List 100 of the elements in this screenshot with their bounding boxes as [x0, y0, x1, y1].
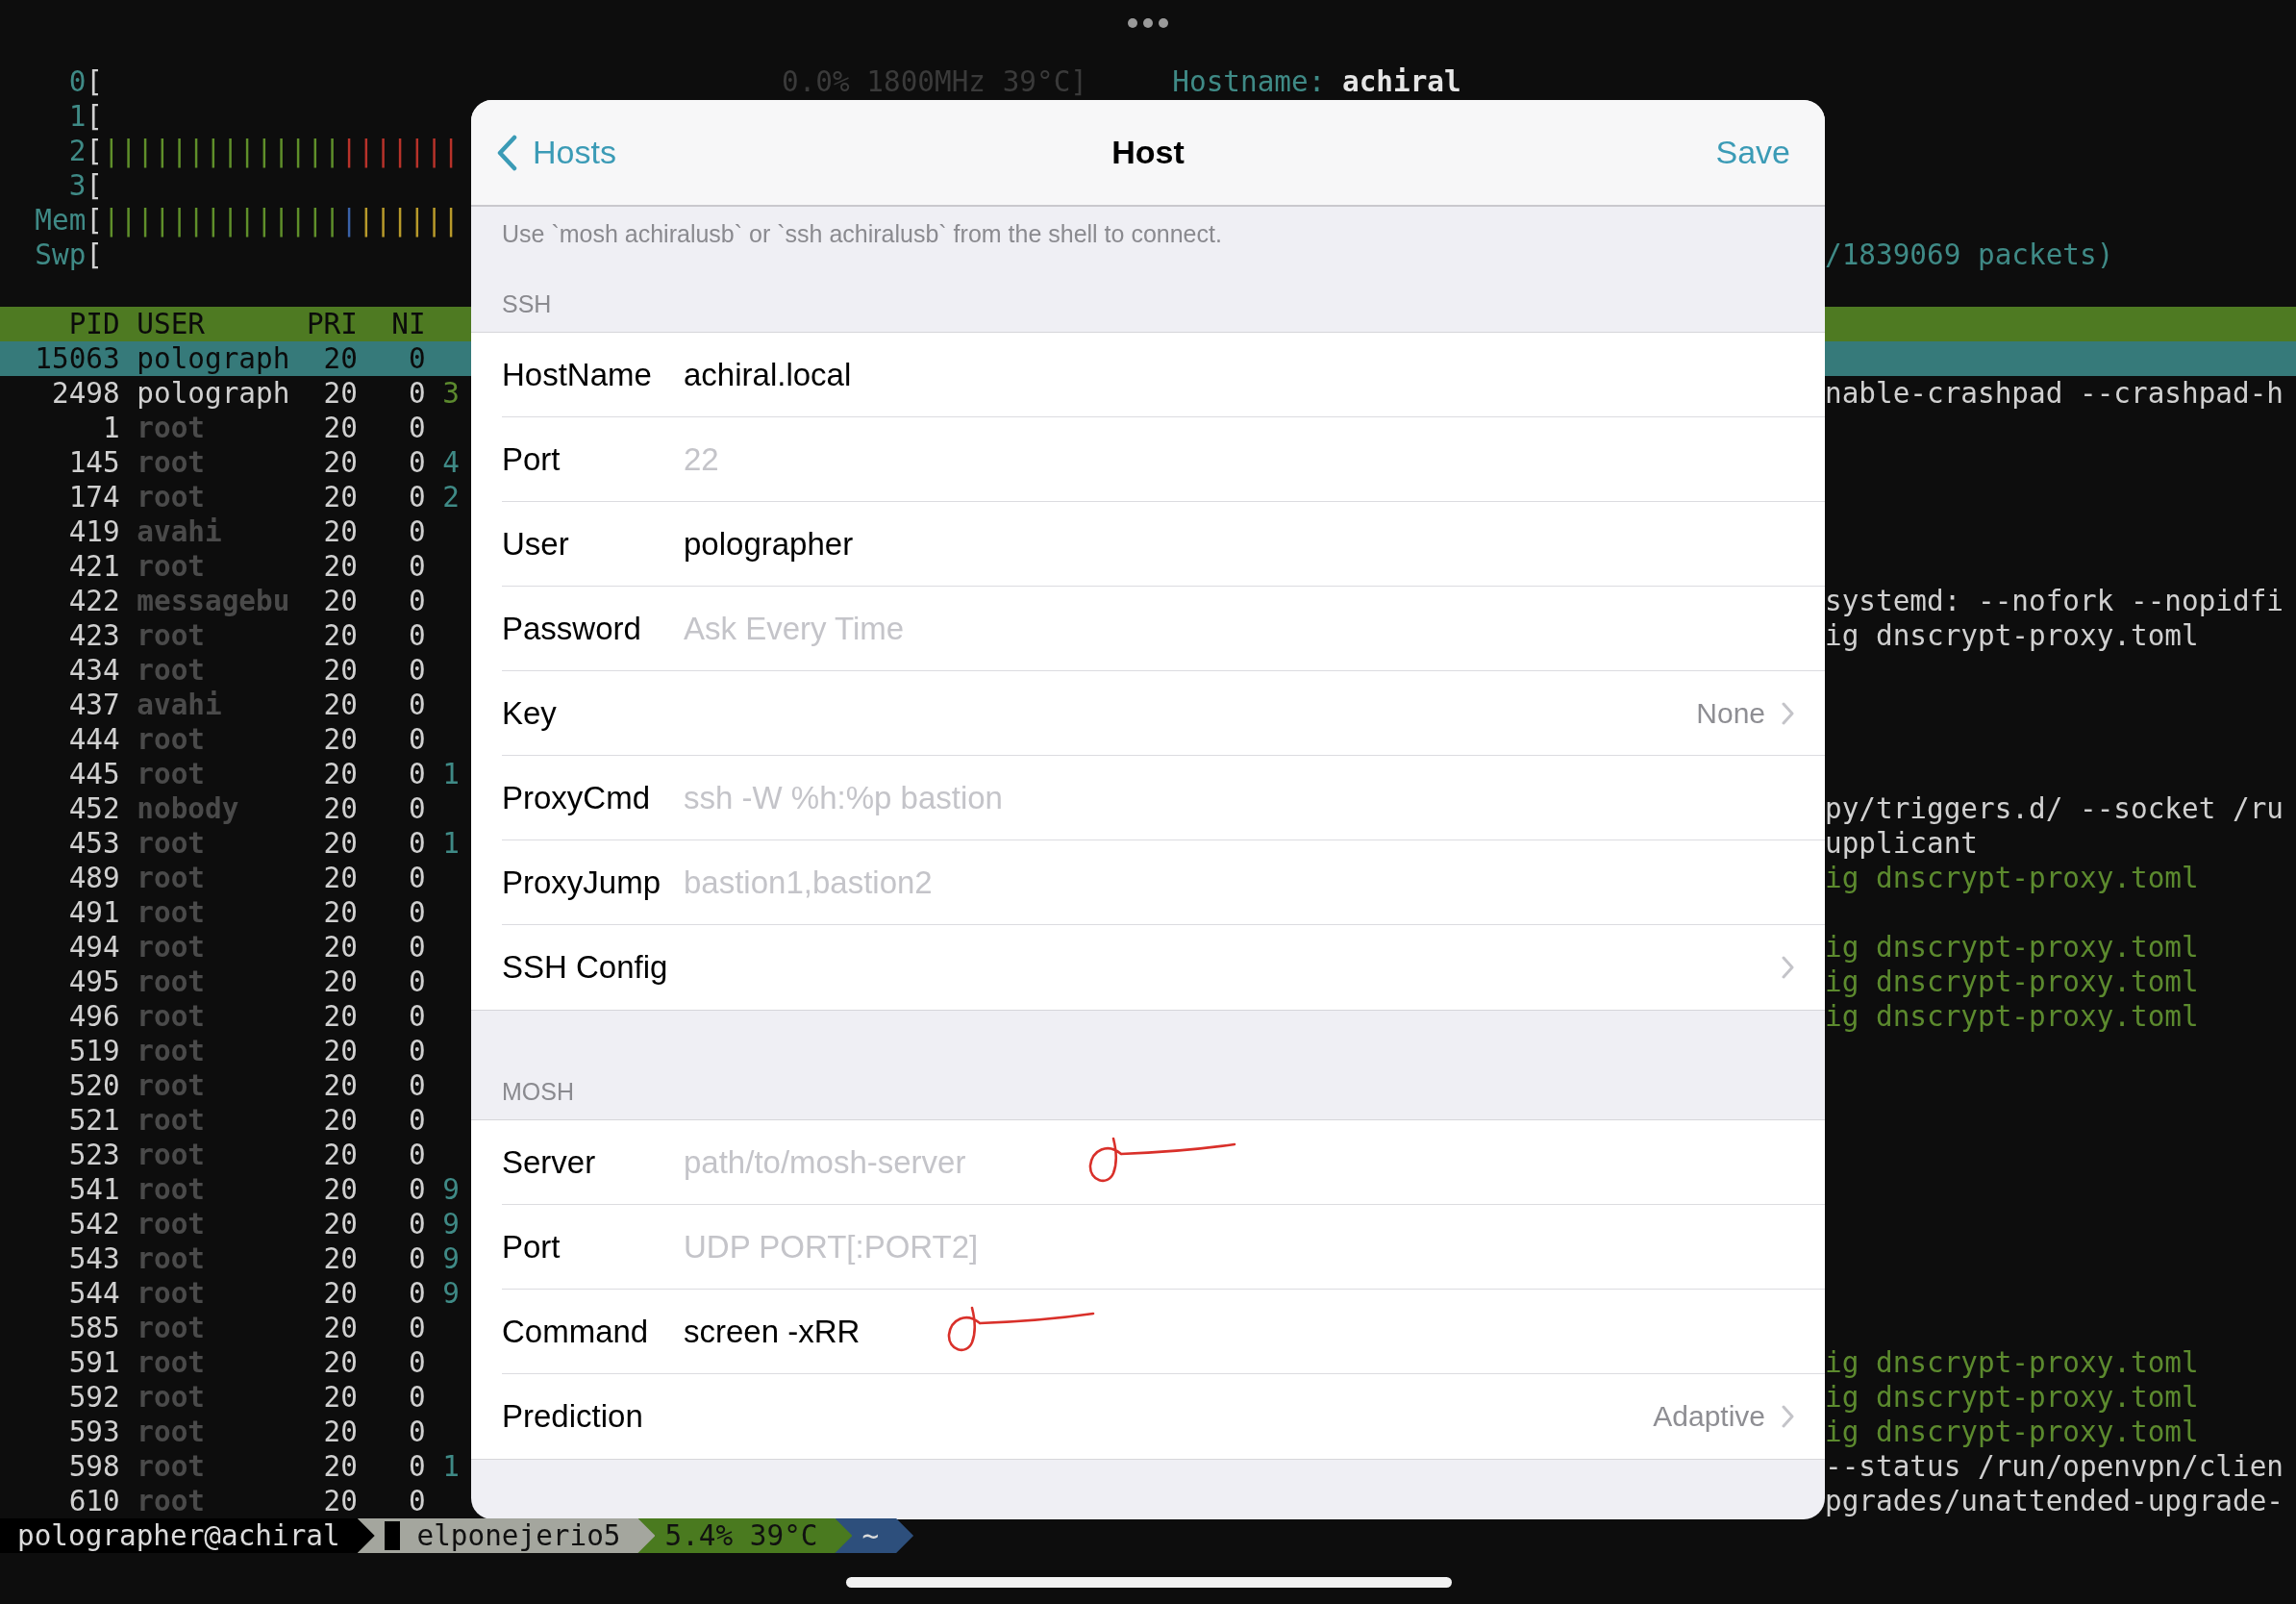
nice-cell-text: 0 — [407, 1449, 426, 1484]
user-cell-text: root — [137, 1449, 206, 1484]
nice-cell-text: 0 — [407, 618, 426, 653]
table-cell: 3 — [442, 376, 460, 411]
user-cell-text: root — [137, 999, 206, 1034]
meter-bracket: [ — [86, 64, 103, 99]
meter-bracket: [ — [86, 99, 103, 134]
pid-cell-text: 591 — [67, 1345, 120, 1380]
priority-cell-text: 20 — [322, 514, 358, 549]
field-label: User — [502, 525, 570, 563]
user-cell-text: root — [137, 1415, 206, 1449]
nice-cell-text: 0 — [407, 999, 426, 1034]
user-cell-text: root — [137, 480, 206, 514]
priority-cell-text: 20 — [322, 757, 358, 791]
column-header: USER — [137, 307, 206, 341]
nice-cell-text: 0 — [407, 1207, 426, 1241]
text-field[interactable]: achiral.local — [684, 353, 931, 396]
priority-cell-text: 20 — [322, 722, 358, 757]
home-indicator[interactable] — [846, 1577, 1452, 1588]
command-cell: py/triggers.d/ --socket /ru — [1825, 791, 2284, 826]
priority-cell-text: 20 — [322, 965, 358, 999]
table-cell: 4 — [442, 445, 460, 480]
nice-cell-text: 0 — [407, 1415, 426, 1449]
user-cell-text: root — [137, 1484, 206, 1518]
meter-bars: |||||| — [358, 203, 460, 238]
meter-label: 0 — [67, 64, 87, 99]
text-field[interactable]: bastion1,bastion2 — [684, 861, 1002, 904]
table-cell: 9 — [442, 1172, 460, 1207]
priority-cell-text: 20 — [322, 895, 358, 930]
table-cell: 1 — [442, 1449, 460, 1484]
priority-cell-text: 20 — [322, 1068, 358, 1103]
pid-cell-text: 541 — [67, 1172, 120, 1207]
user-cell-text: root — [137, 861, 206, 895]
user-cell-text: root — [137, 1207, 206, 1241]
priority-cell-text: 20 — [322, 1415, 358, 1449]
pid-cell-text: 494 — [67, 930, 120, 965]
priority-cell-text: 20 — [322, 1484, 358, 1518]
text-field[interactable]: screen -xRR — [684, 1310, 896, 1353]
priority-cell-text: 20 — [322, 688, 358, 722]
command-cell: ig dnscrypt-proxy.toml — [1825, 930, 2199, 965]
nice-cell-text: 0 — [407, 549, 426, 584]
picker-button[interactable]: None — [1696, 696, 1794, 730]
user-cell-text: root — [137, 618, 206, 653]
disclosure-button[interactable] — [1781, 955, 1794, 980]
command-cell: upplicant — [1825, 826, 1978, 861]
pid-cell-text: 444 — [67, 722, 120, 757]
field-label: Port — [502, 1228, 562, 1266]
nice-cell-text: 0 — [407, 514, 426, 549]
priority-cell-text: 20 — [322, 1172, 358, 1207]
column-header: PID — [67, 307, 120, 341]
pid-cell-text: 452 — [67, 791, 120, 826]
nice-cell-text: 0 — [407, 1241, 426, 1276]
nice-cell-text: 0 — [407, 1034, 426, 1068]
meter-label: Mem — [34, 203, 87, 238]
priority-cell-text: 20 — [322, 1276, 358, 1311]
pid-cell-text: 1 — [102, 411, 120, 445]
table-cell: 1 — [442, 757, 460, 791]
pid-cell-text: 421 — [67, 549, 120, 584]
meter-bracket: [ — [86, 203, 103, 238]
priority-cell-text: 20 — [322, 445, 358, 480]
user-cell-text: root — [137, 826, 206, 861]
user-cell-text: root — [137, 1138, 206, 1172]
text-field[interactable]: path/to/mosh-server — [684, 1140, 1037, 1184]
nice-cell-text: 0 — [407, 1311, 426, 1345]
table-cell: 9 — [442, 1276, 460, 1311]
nice-cell-text: 0 — [407, 895, 426, 930]
field-label: ProxyJump — [502, 864, 662, 901]
user-cell: polograph — [137, 341, 290, 376]
nice-cell-text: 0 — [407, 1380, 426, 1415]
priority-cell-text: 20 — [322, 791, 358, 826]
user-cell-text: avahi — [137, 514, 223, 549]
meter-bars: ||||||| — [340, 134, 460, 168]
section-header: MOSH — [501, 1077, 575, 1107]
text-field[interactable]: Ask Every Time — [684, 607, 949, 650]
nice-cell-text: 0 — [407, 965, 426, 999]
save-button[interactable]: Save — [1715, 134, 1790, 171]
nice-cell-text: 0 — [407, 376, 426, 411]
back-button[interactable]: Hosts — [496, 134, 616, 171]
command-cell: ig dnscrypt-proxy.toml — [1825, 1345, 2199, 1380]
pid-cell-text: 453 — [67, 826, 120, 861]
priority-cell-text: 20 — [322, 1449, 358, 1484]
pid-cell-text: 519 — [67, 1034, 120, 1068]
dialog-title: Host — [1111, 134, 1185, 171]
priority-cell-text: 20 — [322, 376, 358, 411]
nice-cell-text: 0 — [407, 757, 426, 791]
text-field[interactable]: polographer — [684, 522, 896, 565]
text-field[interactable]: UDP PORT[:PORT2] — [684, 1225, 984, 1268]
field-label: Key — [502, 694, 558, 732]
nice-cell-text: 0 — [407, 1103, 426, 1138]
more-icon[interactable] — [1127, 17, 1169, 29]
priority-cell-text: 20 — [322, 999, 358, 1034]
text-field[interactable]: 22 — [684, 438, 737, 481]
nice-cell-text: 0 — [407, 445, 426, 480]
picker-button[interactable]: Adaptive — [1653, 1400, 1794, 1433]
priority-cell-text: 20 — [322, 861, 358, 895]
text-field[interactable]: ssh -W %h:%p bastion — [684, 776, 1055, 819]
field-label: ProxyCmd — [502, 779, 652, 816]
pid-cell-text: 610 — [67, 1484, 120, 1518]
user-cell-text: root — [137, 722, 206, 757]
meter-bars: |||||||||||||| — [103, 134, 341, 168]
